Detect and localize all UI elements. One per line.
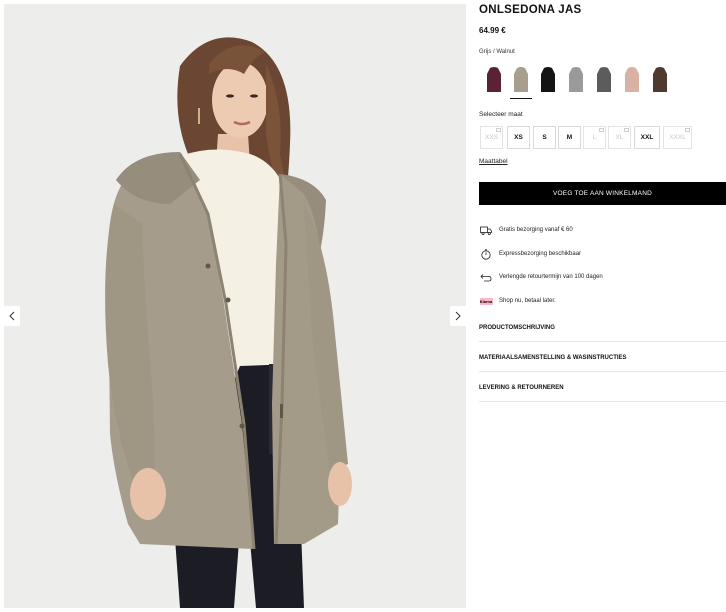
size-label: XS [514, 134, 523, 141]
coat-thumbnail [653, 67, 667, 92]
usp-free-delivery: Gratis bezorging vanaf € 60 [479, 222, 573, 238]
selected-indicator [510, 98, 532, 99]
size-option-l[interactable]: L [583, 126, 606, 149]
size-label: XL [615, 134, 624, 141]
gallery-prev-button[interactable] [4, 306, 20, 326]
selected-color-label: Grijs / Walnut [479, 49, 515, 55]
color-swatches [479, 62, 726, 100]
color-swatch-grijs-walnut[interactable] [510, 62, 532, 99]
size-option-m[interactable]: M [558, 126, 581, 149]
coat-thumbnail [569, 67, 583, 92]
coat-thumbnail [541, 67, 555, 92]
product-photo [4, 4, 466, 608]
size-label: XXL [640, 134, 654, 141]
swatch-fill [514, 67, 528, 92]
chevron-left-icon [9, 311, 15, 321]
product-image-gallery [4, 4, 466, 608]
usp-text: Shop nu, betaal later. [499, 298, 556, 304]
size-option-xl[interactable]: XL [608, 126, 631, 149]
truck-icon [479, 224, 493, 236]
size-label: XXXL [669, 134, 686, 141]
color-swatch-brown[interactable] [649, 62, 671, 98]
usp-text: Expressbezorging beschikbaar [499, 251, 582, 257]
usp-text: Gratis bezorging vanaf € 60 [499, 227, 573, 233]
size-selector: XXS XS S M L XL XXL XXXL [479, 126, 726, 150]
return-arrow-icon [479, 271, 493, 283]
swatch-fill [653, 67, 667, 92]
color-swatch-black[interactable] [537, 62, 559, 98]
size-option-xxxl[interactable]: XXXL [663, 126, 692, 149]
notify-envelope-icon [496, 128, 501, 132]
product-title: ONLSEDONA JAS [479, 4, 582, 16]
klarna-badge: Klarna [479, 297, 493, 305]
add-to-cart-button[interactable]: VOEG TOE AAN WINKELMAND [479, 182, 726, 205]
coat-thumbnail [625, 67, 639, 92]
size-label: M [566, 134, 573, 141]
size-label: XXS [484, 134, 498, 141]
product-price: 64.99 € [479, 26, 506, 35]
coat-thumbnail [514, 67, 528, 92]
notify-envelope-icon [685, 128, 690, 132]
size-select-label: Selecteer maat [479, 111, 523, 118]
size-label: L [592, 134, 597, 141]
color-swatch-light-grey[interactable] [565, 62, 587, 98]
color-swatch-pink[interactable] [621, 62, 643, 98]
coat-thumbnail [487, 67, 501, 92]
chevron-right-icon [455, 311, 461, 321]
gallery-next-button[interactable] [450, 306, 466, 326]
size-option-xxl[interactable]: XXL [634, 126, 660, 149]
swatch-fill [597, 67, 611, 92]
swatch-fill [487, 67, 501, 92]
usp-extended-returns: Verlengde retourtermijn van 100 dagen [479, 269, 603, 285]
coat-thumbnail [597, 67, 611, 92]
size-option-xs[interactable]: XS [507, 126, 530, 149]
color-swatch-burgundy[interactable] [483, 62, 505, 98]
usp-express-delivery: Expressbezorging beschikbaar [479, 246, 581, 262]
size-label: S [542, 134, 547, 141]
size-guide-link[interactable]: Maattabel [479, 158, 508, 165]
notify-envelope-icon [599, 128, 604, 132]
stopwatch-icon [479, 248, 493, 260]
usp-text: Verlengde retourtermijn van 100 dagen [499, 274, 603, 280]
swatch-fill [569, 67, 583, 92]
swatch-fill [625, 67, 639, 92]
notify-envelope-icon [624, 128, 629, 132]
accordion-product-description[interactable]: PRODUCTOMSCHRIJVING [479, 314, 726, 342]
swatch-fill [541, 67, 555, 92]
accordion-delivery-returns[interactable]: LEVERING & RETOURNEREN [479, 374, 726, 402]
klarna-icon: Klarna [479, 295, 493, 307]
size-option-xxs[interactable]: XXS [480, 126, 503, 149]
usp-klarna: Klarna Shop nu, betaal later. [479, 293, 556, 309]
accordion-materials-care[interactable]: MATERIAALSAMENSTELLING & WASINSTRUCTIES [479, 344, 726, 372]
color-swatch-dark-grey[interactable] [593, 62, 615, 98]
size-option-s[interactable]: S [533, 126, 556, 149]
